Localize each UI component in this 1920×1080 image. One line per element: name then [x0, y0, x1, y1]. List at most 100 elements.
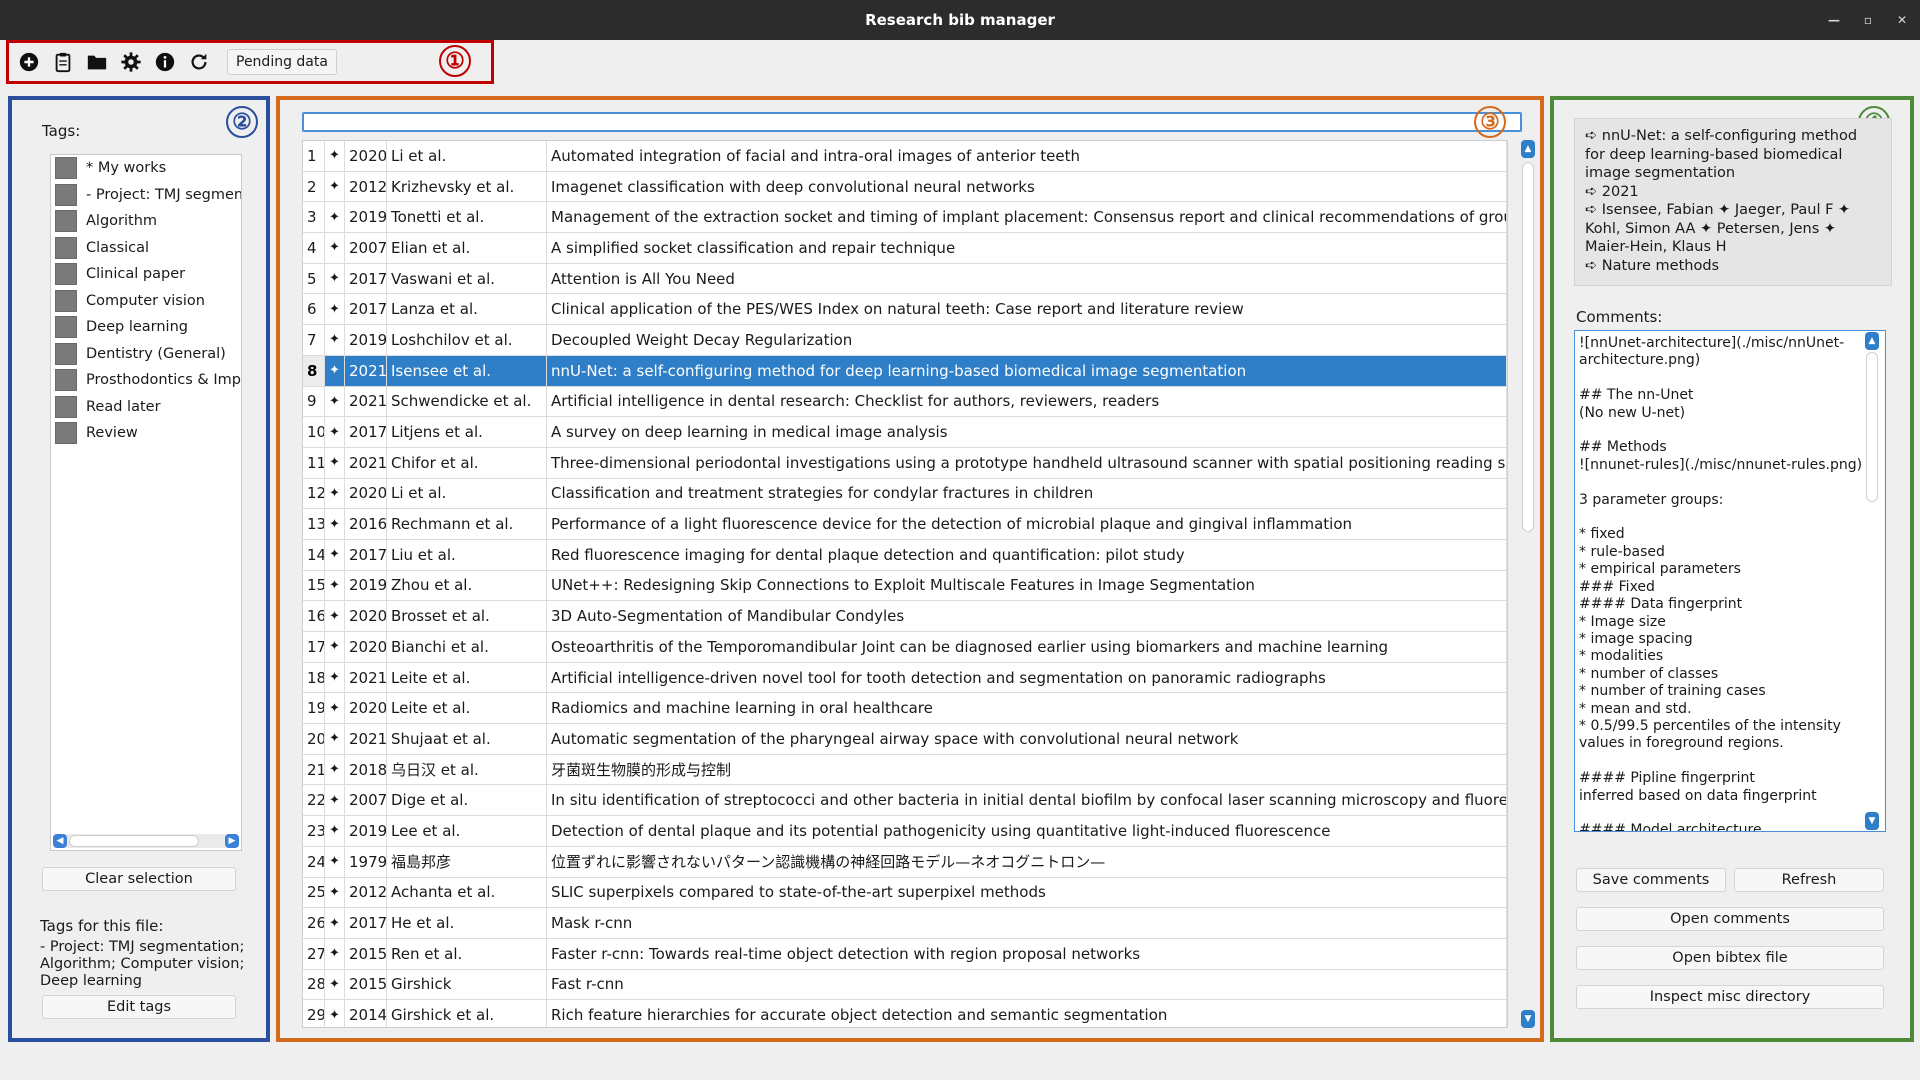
star-icon[interactable]: ✦	[325, 816, 345, 846]
tag-item[interactable]: Prosthodontics & Implantology	[51, 367, 241, 394]
scroll-up-icon[interactable]: ▲	[1521, 140, 1535, 158]
star-icon[interactable]: ✦	[325, 1000, 345, 1027]
clear-selection-button[interactable]: Clear selection	[42, 867, 236, 891]
table-row[interactable]: 4 ✦ 2007 Elian et al. A simplified socket cl…	[303, 233, 1507, 264]
table-row[interactable]: 17 ✦ 2020 Bianchi et al. Osteoarthritis of t…	[303, 632, 1507, 663]
star-icon[interactable]: ✦	[325, 938, 345, 969]
inspect-misc-button[interactable]: Inspect misc directory	[1576, 985, 1884, 1009]
table-row[interactable]: 25 ✦ 2012 Achanta et al. SLIC superpixels co…	[303, 877, 1507, 909]
star-icon[interactable]: ✦	[325, 417, 345, 447]
table-row[interactable]: 23 ✦ 2019 Lee et al. Detection of dental pla…	[303, 816, 1507, 847]
open-comments-button[interactable]: Open comments	[1576, 907, 1884, 931]
table-row[interactable]: 20 ✦ 2021 Shujaat et al. Automatic segmentat…	[303, 724, 1507, 755]
tag-item[interactable]: * My works	[51, 155, 241, 182]
star-icon[interactable]: ✦	[325, 141, 345, 171]
star-icon[interactable]: ✦	[325, 171, 345, 202]
close-icon[interactable]: ✕	[1894, 13, 1910, 27]
tag-item[interactable]: Clinical paper	[51, 261, 241, 288]
star-icon[interactable]: ✦	[325, 693, 345, 724]
table-row[interactable]: 8 ✦ 2021 Isensee et al. nnU-Net: a self-conf…	[303, 355, 1507, 387]
star-icon[interactable]: ✦	[325, 509, 345, 539]
table-row[interactable]: 12 ✦ 2020 Li et al. Classification and treat…	[303, 478, 1507, 510]
star-icon[interactable]: ✦	[325, 447, 345, 478]
table-row[interactable]: 6 ✦ 2017 Lanza et al. Clinical application o…	[303, 294, 1507, 326]
star-icon[interactable]: ✦	[325, 478, 345, 509]
search-input[interactable]	[302, 112, 1522, 132]
open-folder-button[interactable]	[83, 48, 111, 76]
refresh-button[interactable]	[185, 48, 213, 76]
table-row[interactable]: 2 ✦ 2012 Krizhevsky et al. Imagenet classifi…	[303, 171, 1507, 203]
settings-button[interactable]	[117, 48, 145, 76]
star-icon[interactable]: ✦	[325, 202, 345, 233]
clipboard-button[interactable]	[49, 48, 77, 76]
tag-item[interactable]: Classical	[51, 235, 241, 262]
star-icon[interactable]: ✦	[325, 294, 345, 325]
star-icon[interactable]: ✦	[325, 355, 345, 386]
papers-table[interactable]: 1 ✦ 2020 Li et al. Automated integration of …	[302, 140, 1508, 1028]
table-row[interactable]: 21 ✦ 2018 乌日汉 et al. 牙菌斑生物膜的形成与控制	[303, 754, 1507, 786]
table-row[interactable]: 11 ✦ 2021 Chifor et al. Three-dimensional pe…	[303, 447, 1507, 479]
open-bibtex-button[interactable]: Open bibtex file	[1576, 946, 1884, 970]
table-row[interactable]: 26 ✦ 2017 He et al. Mask r-cnn	[303, 908, 1507, 939]
edit-tags-button[interactable]: Edit tags	[42, 995, 236, 1019]
info-button[interactable]	[151, 48, 179, 76]
scroll-down-icon[interactable]: ▼	[1865, 812, 1879, 830]
table-row[interactable]: 22 ✦ 2007 Dige et al. In situ identification…	[303, 785, 1507, 817]
star-icon[interactable]: ✦	[325, 724, 345, 754]
table-row[interactable]: 29 ✦ 2014 Girshick et al. Rich feature hiera…	[303, 1000, 1507, 1027]
table-row[interactable]: 19 ✦ 2020 Leite et al. Radiomics and machine…	[303, 693, 1507, 725]
table-row[interactable]: 15 ✦ 2019 Zhou et al. UNet++: Redesigning Sk…	[303, 570, 1507, 602]
tag-item[interactable]: - Project: TMJ segmentation	[51, 182, 241, 209]
minimize-icon[interactable]: —	[1826, 13, 1842, 27]
maximize-icon[interactable]: ▫	[1860, 13, 1876, 27]
table-row[interactable]: 5 ✦ 2017 Vaswani et al. Attention is All You…	[303, 263, 1507, 295]
table-row[interactable]: 16 ✦ 2020 Brosset et al. 3D Auto-Segmentatio…	[303, 601, 1507, 632]
star-icon[interactable]: ✦	[325, 877, 345, 908]
table-row[interactable]: 10 ✦ 2017 Litjens et al. A survey on deep le…	[303, 417, 1507, 448]
star-icon[interactable]: ✦	[325, 662, 345, 693]
star-icon[interactable]: ✦	[325, 539, 345, 570]
star-icon[interactable]: ✦	[325, 846, 345, 877]
comments-textarea[interactable]: ![nnUnet-architecture](./misc/nnUnet-arc…	[1574, 330, 1886, 832]
tag-list-hscrollbar[interactable]: ◀ ▶	[53, 834, 239, 848]
tag-item[interactable]: Algorithm	[51, 208, 241, 235]
star-icon[interactable]: ✦	[325, 754, 345, 785]
tag-list[interactable]: * My works - Project: TMJ segmentation Alg…	[50, 154, 242, 851]
star-icon[interactable]: ✦	[325, 908, 345, 938]
star-icon[interactable]: ✦	[325, 785, 345, 816]
table-row[interactable]: 7 ✦ 2019 Loshchilov et al. Decoupled Weight …	[303, 325, 1507, 356]
star-icon[interactable]: ✦	[325, 632, 345, 662]
save-comments-button[interactable]: Save comments	[1576, 868, 1726, 892]
star-icon[interactable]: ✦	[325, 601, 345, 631]
tag-item[interactable]: Deep learning	[51, 314, 241, 341]
table-row[interactable]: 18 ✦ 2021 Leite et al. Artificial intelligen…	[303, 662, 1507, 694]
tag-item[interactable]: Computer vision	[51, 288, 241, 315]
tag-item[interactable]: Read later	[51, 394, 241, 421]
scroll-right-icon[interactable]: ▶	[225, 834, 239, 848]
scroll-thumb[interactable]	[69, 835, 199, 847]
scroll-down-icon[interactable]: ▼	[1521, 1010, 1535, 1028]
comments-vscrollbar[interactable]: ▲ ▼	[1865, 332, 1879, 830]
star-icon[interactable]: ✦	[325, 570, 345, 601]
tag-item[interactable]: Review	[51, 420, 241, 447]
table-row[interactable]: 24 ✦ 1979 福島邦彦 位置ずれに影響されないパターン認識機構の神経回路モデル—ネ…	[303, 846, 1507, 878]
refresh-comments-button[interactable]: Refresh	[1734, 868, 1884, 892]
table-row[interactable]: 1 ✦ 2020 Li et al. Automated integration of …	[303, 141, 1507, 172]
star-icon[interactable]: ✦	[325, 233, 345, 263]
star-icon[interactable]: ✦	[325, 386, 345, 417]
pending-data-button[interactable]: Pending data	[227, 49, 337, 75]
table-row[interactable]: 13 ✦ 2016 Rechmann et al. Performance of a l…	[303, 509, 1507, 540]
scroll-left-icon[interactable]: ◀	[53, 834, 67, 848]
scroll-thumb[interactable]	[1866, 352, 1878, 502]
tag-item[interactable]: Dentistry (General)	[51, 341, 241, 368]
star-icon[interactable]: ✦	[325, 325, 345, 355]
add-button[interactable]	[15, 48, 43, 76]
scroll-up-icon[interactable]: ▲	[1865, 332, 1879, 350]
table-row[interactable]: 27 ✦ 2015 Ren et al. Faster r-cnn: Towards r…	[303, 938, 1507, 970]
star-icon[interactable]: ✦	[325, 263, 345, 294]
table-row[interactable]: 14 ✦ 2017 Liu et al. Red fluorescence imagin…	[303, 539, 1507, 571]
table-row[interactable]: 9 ✦ 2021 Schwendicke et al. Artificial intel…	[303, 386, 1507, 418]
table-row[interactable]: 28 ✦ 2015 Girshick Fast r-cnn	[303, 969, 1507, 1001]
table-row[interactable]: 3 ✦ 2019 Tonetti et al. Management of the ex…	[303, 202, 1507, 234]
papers-vscrollbar[interactable]: ▲ ▼	[1520, 140, 1536, 1028]
